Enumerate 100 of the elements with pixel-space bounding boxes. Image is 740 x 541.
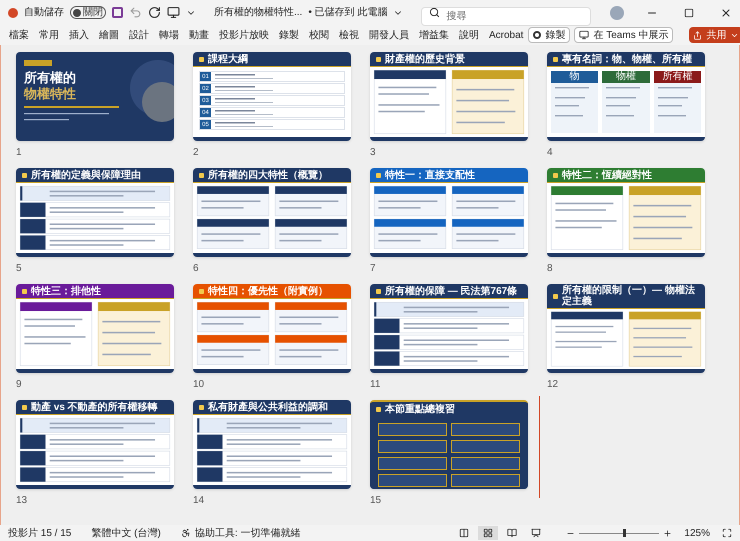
ribbon-tab[interactable]: 轉場	[154, 28, 184, 42]
text-lines-drawing	[215, 98, 275, 104]
slide-icon	[22, 172, 27, 178]
ribbon-tab[interactable]: 繪圖	[94, 28, 124, 42]
text-lines-drawing	[215, 122, 275, 128]
document-title[interactable]: 所有權的物權特性...	[214, 5, 302, 20]
ribbon-tab[interactable]: 檔案	[4, 28, 34, 42]
summary-card	[451, 440, 520, 453]
slide-thumbnail[interactable]: 所有權的限制（一）— 物權法定主義	[547, 284, 705, 373]
normal-view-icon	[459, 528, 470, 538]
column-heading: 物	[551, 71, 598, 83]
sorter-view-icon	[483, 528, 494, 538]
reading-view-icon	[507, 528, 518, 538]
present-icon[interactable]	[167, 6, 180, 19]
slide-icon	[553, 56, 558, 62]
zoom-in-icon[interactable]	[663, 528, 672, 538]
slide-thumbnail[interactable]: 所有權的四大特性（概覽）	[193, 168, 351, 257]
slide-number: 10	[193, 378, 206, 392]
slide-number: 15	[370, 494, 382, 508]
slide-title: 特性三：排他性	[31, 286, 101, 296]
slide-thumbnail[interactable]: 所有權的 物權特性	[16, 52, 174, 141]
slide-number: 1	[16, 146, 23, 160]
search-field[interactable]: 搜尋	[421, 7, 592, 26]
zoom-slider[interactable]	[579, 529, 660, 537]
slide-title: 財產權的歷史背景	[385, 54, 465, 64]
language-status[interactable]: 繁體中文 (台灣)	[91, 526, 161, 540]
ribbon-tab[interactable]: 增益集	[414, 28, 454, 42]
ribbon-tab[interactable]: Acrobat	[484, 28, 528, 42]
undo-icon[interactable]	[129, 6, 142, 19]
slide-title: 特性一：直接支配性	[385, 170, 475, 180]
slide-title: 特性二：恆續絕對性	[562, 170, 652, 180]
ribbon-tab[interactable]: 常用	[34, 28, 64, 42]
slide-icon	[199, 172, 204, 178]
text-lines-drawing	[658, 87, 692, 117]
slide-thumbnail[interactable]: 專有名詞：物、物權、所有權 物 物權 所有權	[547, 52, 705, 141]
ribbon-tab[interactable]: 開發人員	[364, 28, 414, 42]
slide-thumbnail[interactable]: 所有權的定義與保障理由	[16, 168, 174, 257]
slide-title: 物權特性	[24, 86, 77, 102]
slide-thumbnail[interactable]: 特性一：直接支配性	[370, 168, 528, 257]
slide-thumbnail[interactable]: 私有財產與公共利益的調和	[193, 400, 351, 489]
slide-icon	[199, 404, 204, 410]
slide-number: 7	[370, 262, 377, 276]
slide-thumbnail[interactable]: 本節重點總複習	[370, 400, 528, 489]
save-icon[interactable]	[112, 7, 123, 18]
ribbon-tab[interactable]: 檢視	[334, 28, 364, 42]
summary-card	[451, 423, 520, 436]
ribbon-tab[interactable]: 插入	[64, 28, 94, 42]
zoom-thumb[interactable]	[622, 529, 626, 537]
slide-thumbnail[interactable]: 動產 vs 不動產的所有權移轉	[16, 400, 174, 489]
record-button[interactable]: 錄製	[528, 27, 570, 43]
slide-thumbnail[interactable]: 特性二：恆續絕對性	[547, 168, 705, 257]
teams-present-button[interactable]: 在 Teams 中展示	[574, 27, 674, 43]
summary-card	[451, 457, 520, 470]
slide-title: 所有權的定義與保障理由	[31, 170, 141, 180]
ribbon-tab[interactable]: 動畫	[184, 28, 214, 42]
view-button[interactable]	[478, 526, 498, 540]
ribbon-tab[interactable]: 錄製	[274, 28, 304, 42]
fit-to-window-icon[interactable]	[722, 528, 732, 538]
teams-icon	[579, 30, 590, 40]
summary-card	[378, 474, 447, 487]
accessibility-status[interactable]: 協助工具: 一切準備就緒	[194, 526, 300, 540]
app-logo-icon	[8, 8, 18, 18]
slide-icon	[553, 172, 558, 178]
slide-title: 所有權的四大特性（概覽）	[208, 170, 328, 180]
ribbon-tab[interactable]: 校閱	[304, 28, 334, 42]
slide-number: 12	[547, 378, 560, 392]
text-lines-drawing	[215, 74, 275, 80]
slide-title: 所有權的保障 — 民法第767條	[385, 286, 518, 296]
slide-number: 3	[370, 146, 377, 160]
share-icon	[693, 30, 702, 40]
ribbon-tab[interactable]: 投影片放映	[214, 28, 274, 42]
slide-title: 特性四：優先性（附實例）	[208, 286, 328, 296]
autosave-toggle[interactable]: 關閉	[70, 6, 106, 19]
slide-number: 5	[16, 262, 23, 276]
summary-card	[451, 474, 520, 487]
slide-title: 所有權的限制（一）— 物權法定主義	[562, 285, 696, 307]
slide-thumbnail[interactable]: 特性四：優先性（附實例）	[193, 284, 351, 373]
slide-thumbnail[interactable]: 特性三：排他性	[16, 284, 174, 373]
close-icon[interactable]	[720, 6, 732, 18]
text-lines-drawing	[606, 87, 640, 117]
accessibility-icon	[180, 528, 191, 538]
share-button[interactable]: 共用	[689, 27, 740, 43]
slide-thumbnail[interactable]: 所有權的保障 — 民法第767條	[370, 284, 528, 373]
slide-icon	[376, 288, 381, 294]
slide-icon	[22, 288, 27, 294]
zoom-reading[interactable]: 125%	[684, 526, 710, 540]
slide-icon	[199, 56, 204, 62]
slide-number: 9	[16, 378, 23, 392]
slide-count: 投影片 15 / 15	[8, 526, 72, 540]
slide-title: 所有權的	[24, 70, 77, 86]
slide-icon	[22, 404, 27, 410]
slide-number: 6	[193, 262, 200, 276]
ribbon-tab[interactable]: 說明	[454, 28, 484, 42]
ribbon-tab[interactable]: 設計	[124, 28, 154, 42]
redo-icon[interactable]	[148, 6, 161, 19]
maximize-icon[interactable]	[684, 8, 694, 18]
summary-card	[378, 457, 447, 470]
save-status: • 已儲存到 此電腦	[308, 6, 388, 20]
slide-thumbnail[interactable]: 財產權的歷史背景	[370, 52, 528, 141]
slide-number: 11	[370, 378, 382, 392]
